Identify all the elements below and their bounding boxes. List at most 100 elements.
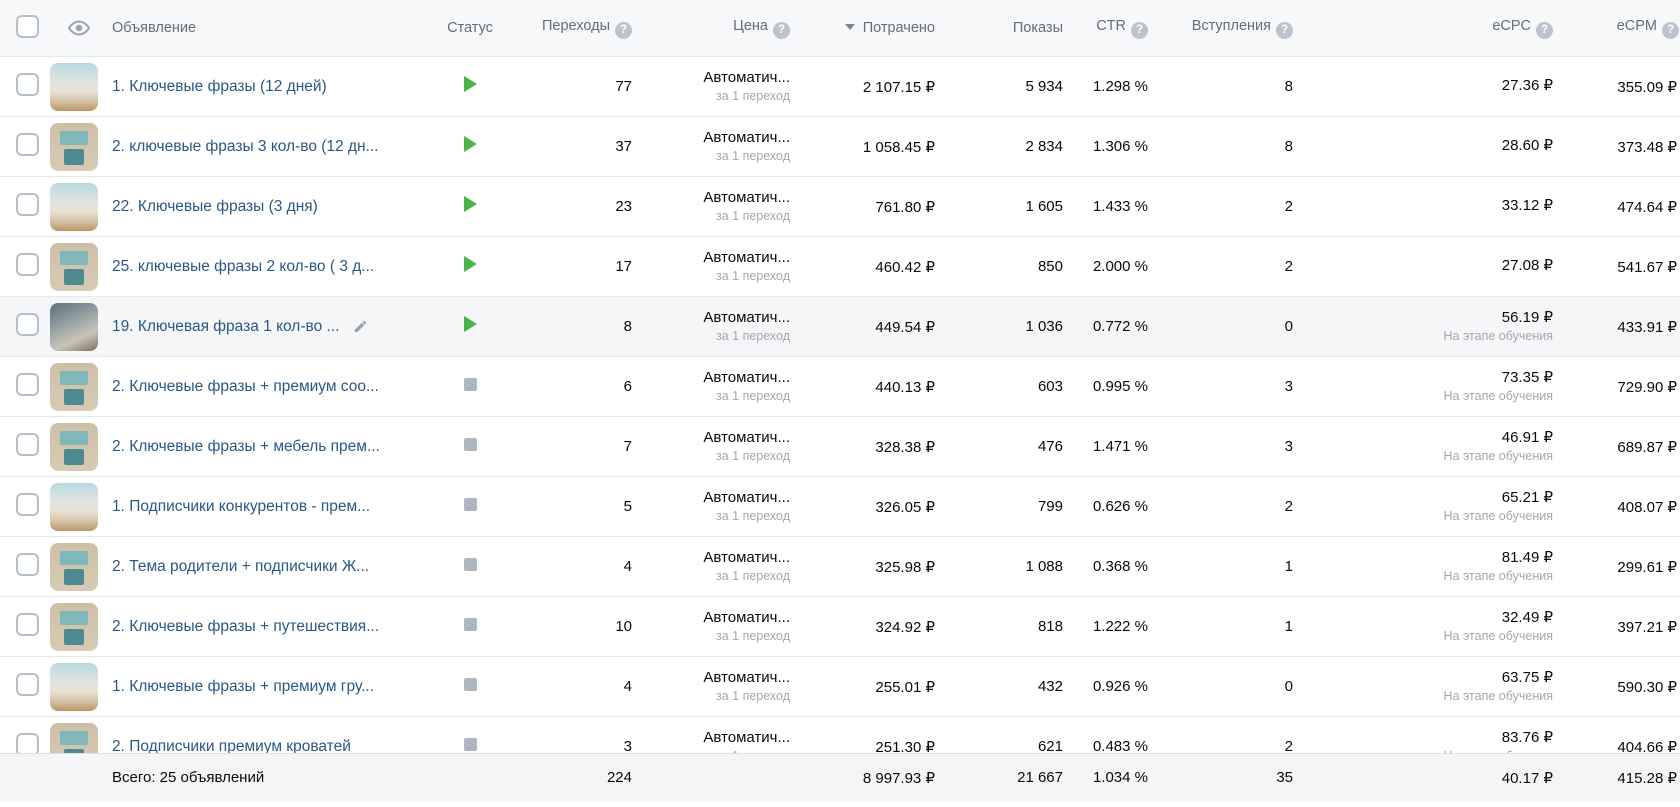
row-checkbox[interactable] [16, 253, 39, 276]
col-header-status-label: Статус [447, 20, 493, 36]
status-stop-icon [464, 378, 477, 391]
row-checkbox[interactable] [16, 613, 39, 636]
select-all-cell [0, 15, 48, 42]
ad-thumbnail[interactable] [50, 483, 98, 531]
ecpc-cell: 65.21 ₽На этапе обучения [1301, 489, 1561, 524]
ad-title-link[interactable]: 2. ключевые фразы 3 кол-во (12 дн... [112, 138, 378, 156]
col-header-ad[interactable]: Объявление [110, 20, 440, 36]
joins-value: 3 [1156, 378, 1301, 395]
ad-title-link[interactable]: 25. ключевые фразы 2 кол-во ( 3 д... [112, 258, 374, 276]
help-icon[interactable]: ? [1662, 22, 1679, 39]
ecpm-value: 397.21 ₽ [1561, 618, 1680, 636]
help-icon[interactable]: ? [615, 22, 632, 39]
ad-thumbnail[interactable] [50, 423, 98, 471]
ad-title-link[interactable]: 1. Ключевые фразы (12 дней) [112, 78, 327, 96]
col-header-price-label: Цена [733, 18, 768, 34]
ctr-value: 1.433 % [1071, 198, 1156, 215]
help-icon[interactable]: ? [1131, 22, 1148, 39]
ad-thumbnail[interactable] [50, 303, 98, 351]
ecpc-main: 56.19 ₽ [1301, 309, 1553, 328]
help-icon[interactable]: ? [1536, 22, 1553, 39]
col-header-price[interactable]: Цена? [640, 18, 798, 39]
ctr-value: 1.222 % [1071, 618, 1156, 635]
joins-value: 2 [1156, 258, 1301, 275]
price-main: Автоматич... [640, 69, 790, 88]
joins-value: 8 [1156, 138, 1301, 155]
ad-title-link[interactable]: 2. Ключевые фразы + премиум соо... [112, 378, 379, 396]
help-icon[interactable]: ? [773, 22, 790, 39]
select-all-checkbox[interactable] [16, 15, 39, 38]
joins-value: 2 [1156, 198, 1301, 215]
ad-thumbnail[interactable] [50, 63, 98, 111]
col-header-ctr-label: CTR [1096, 18, 1126, 34]
ad-title-link[interactable]: 2. Ключевые фразы + мебель прем... [112, 438, 380, 456]
col-header-ecpc[interactable]: eCPC? [1301, 18, 1561, 39]
ecpc-cell: 28.60 ₽ [1301, 137, 1561, 156]
clicks-value: 23 [500, 198, 640, 215]
row-checkbox-cell [0, 133, 48, 161]
ecpc-cell: 27.08 ₽ [1301, 257, 1561, 276]
row-checkbox[interactable] [16, 673, 39, 696]
ad-title-link[interactable]: 1. Ключевые фразы + премиум гру... [112, 678, 374, 696]
ad-thumbnail-cell [48, 603, 110, 651]
row-checkbox-cell [0, 553, 48, 581]
price-cell: Автоматич...за 1 переход [640, 189, 798, 224]
table-row: 19. Ключевая фраза 1 кол-во ...8Автомати… [0, 297, 1680, 357]
ad-title-link[interactable]: 19. Ключевая фраза 1 кол-во ... [112, 318, 339, 336]
ad-thumbnail[interactable] [50, 123, 98, 171]
col-header-ecpm[interactable]: eCPM? [1561, 18, 1680, 39]
row-checkbox[interactable] [16, 313, 39, 336]
ad-title-link[interactable]: 2. Тема родители + подписчики Ж... [112, 558, 369, 576]
col-header-clicks[interactable]: Переходы? [500, 18, 640, 39]
price-sub: за 1 переход [640, 629, 790, 645]
status-stop-icon [464, 438, 477, 451]
ad-title-link[interactable]: 1. Подписчики конкурентов - прем... [112, 498, 370, 516]
ctr-value: 2.000 % [1071, 258, 1156, 275]
impressions-value: 1 605 [943, 198, 1071, 215]
col-header-joins[interactable]: Вступления? [1156, 18, 1301, 39]
ad-thumbnail[interactable] [50, 363, 98, 411]
ad-title-link[interactable]: 22. Ключевые фразы (3 дня) [112, 198, 318, 216]
table-body: 1. Ключевые фразы (12 дней)77Автоматич..… [0, 57, 1680, 777]
spent-value: 328.38 ₽ [798, 438, 943, 456]
status-play-icon [464, 136, 477, 152]
ad-thumbnail-cell [48, 63, 110, 111]
col-header-spent[interactable]: Потрачено [798, 20, 943, 36]
ctr-value: 1.471 % [1071, 438, 1156, 455]
eye-icon[interactable] [67, 16, 91, 40]
col-header-status[interactable]: Статус [440, 20, 500, 36]
row-checkbox[interactable] [16, 373, 39, 396]
help-icon[interactable]: ? [1276, 22, 1293, 39]
row-checkbox[interactable] [16, 553, 39, 576]
joins-value: 0 [1156, 678, 1301, 695]
row-checkbox[interactable] [16, 193, 39, 216]
col-header-ctr[interactable]: CTR? [1071, 18, 1156, 39]
ecpc-main: 73.35 ₽ [1301, 369, 1553, 388]
ecpm-value: 590.30 ₽ [1561, 678, 1680, 696]
price-sub: за 1 переход [640, 569, 790, 585]
ecpc-main: 65.21 ₽ [1301, 489, 1553, 508]
clicks-value: 5 [500, 498, 640, 515]
row-checkbox[interactable] [16, 73, 39, 96]
clicks-value: 7 [500, 438, 640, 455]
ad-thumbnail[interactable] [50, 183, 98, 231]
totals-ecpc: 40.17 ₽ [1301, 769, 1561, 787]
col-header-impressions[interactable]: Показы [943, 20, 1071, 36]
row-checkbox[interactable] [16, 493, 39, 516]
ad-title-link[interactable]: 2. Ключевые фразы + путешествия... [112, 618, 379, 636]
ad-title-cell: 1. Подписчики конкурентов - прем... [110, 498, 440, 516]
ad-thumbnail[interactable] [50, 543, 98, 591]
ad-thumbnail[interactable] [50, 243, 98, 291]
impressions-value: 850 [943, 258, 1071, 275]
ad-title-cell: 2. ключевые фразы 3 кол-во (12 дн... [110, 138, 440, 156]
ecpc-main: 83.76 ₽ [1301, 729, 1553, 748]
row-checkbox[interactable] [16, 133, 39, 156]
joins-value: 3 [1156, 438, 1301, 455]
ad-thumbnail[interactable] [50, 663, 98, 711]
edit-pencil-icon[interactable] [353, 319, 368, 334]
row-checkbox[interactable] [16, 433, 39, 456]
price-sub: за 1 переход [640, 269, 790, 285]
status-cell [440, 76, 500, 97]
table-header: Объявление Статус Переходы? Цена? Потрач… [0, 0, 1680, 57]
ad-thumbnail[interactable] [50, 603, 98, 651]
